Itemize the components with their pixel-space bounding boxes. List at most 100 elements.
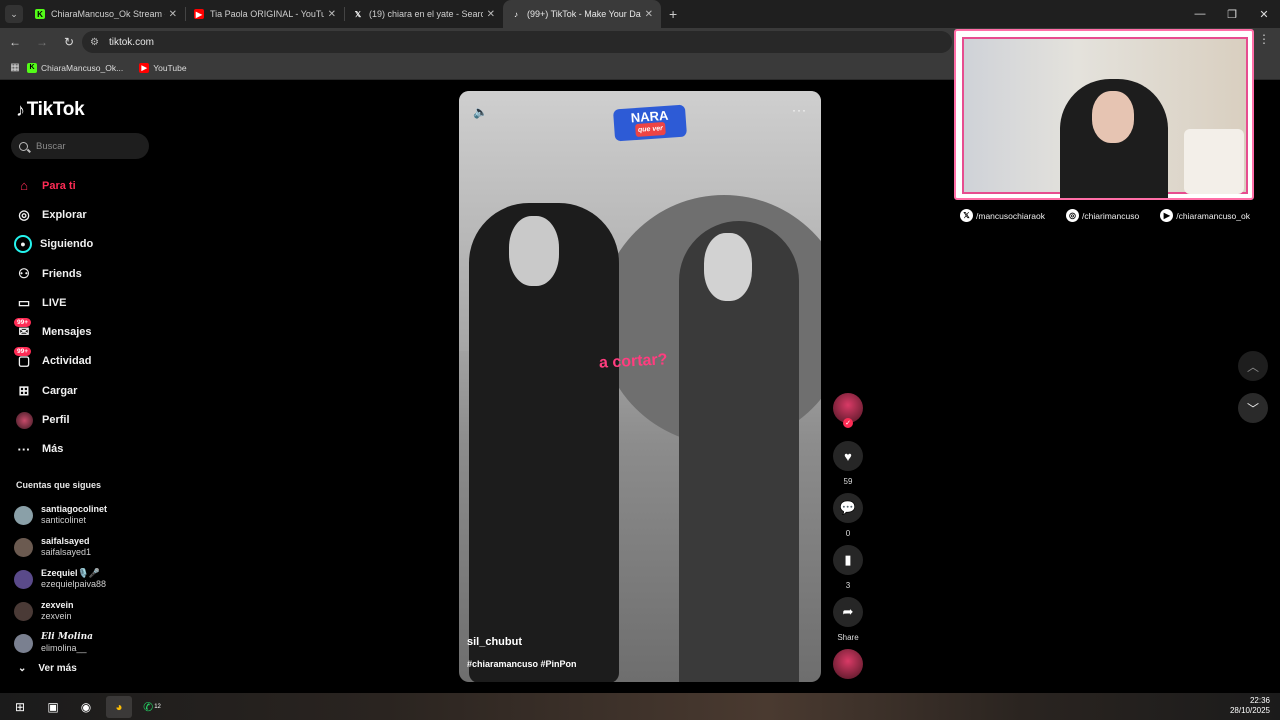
- instagram-icon: ◎: [1066, 209, 1080, 222]
- nav-item-friends[interactable]: ⚇ Friends: [14, 259, 164, 288]
- clock-time: 22:36: [1249, 696, 1270, 705]
- like-button[interactable]: ♥ 59: [831, 441, 865, 487]
- clock-date: 28/10/2025: [1229, 706, 1270, 715]
- profile-icon: [14, 410, 34, 430]
- nav-item-para-ti[interactable]: ⌂ Para ti: [14, 171, 164, 200]
- video-author[interactable]: sil_chubut: [467, 636, 522, 648]
- chevron-up-icon: ︿: [1246, 359, 1259, 374]
- video-actions: ✓ ♥ 59 💬 0 ▮ 3 ➦ Share: [831, 393, 865, 679]
- social-x: 𝕏 /mancusochiaraok: [960, 209, 1045, 222]
- comment-icon: 💬: [833, 493, 863, 523]
- following-item[interactable]: santiagocolinet santicolinet: [14, 499, 164, 531]
- whatsapp-icon[interactable]: ✆ 12: [139, 696, 165, 718]
- nav-item-cargar[interactable]: ⊞ Cargar: [14, 376, 164, 405]
- video-player[interactable]: NARA que ver a cortar? 🔈 ··· sil_chubut …: [459, 91, 821, 682]
- share-button[interactable]: ➦ Share: [831, 597, 865, 643]
- next-video-button[interactable]: ﹀: [1238, 393, 1268, 423]
- upload-icon: ⊞: [18, 382, 30, 398]
- social-instagram: ◎ /chiarimancuso: [1066, 209, 1139, 222]
- forward-icon[interactable]: →: [30, 30, 54, 54]
- live-icon: ▭: [17, 294, 31, 310]
- close-icon[interactable]: ✕: [328, 9, 336, 20]
- tab-search-button[interactable]: ⌄: [5, 5, 23, 23]
- more-options-icon[interactable]: ···: [792, 103, 807, 117]
- chrome-icon[interactable]: ◕: [106, 695, 132, 718]
- avatar: [14, 537, 33, 557]
- tiktok-logo[interactable]: ♪ TikTok: [16, 99, 85, 121]
- close-window-icon[interactable]: ✕: [1248, 0, 1280, 28]
- nav-item-actividad[interactable]: ▢ 99+ Actividad: [14, 347, 164, 376]
- video-hashtags[interactable]: #chiaramancuso #PinPon: [467, 659, 577, 669]
- bookmark-icon: ▮: [833, 545, 863, 575]
- stream-socials: 𝕏 /mancusochiaraok ◎ /chiarimancuso ▶ /c…: [960, 209, 1250, 222]
- more-icon: ···: [17, 441, 31, 457]
- search-input[interactable]: Buscar: [11, 133, 149, 159]
- heart-icon: ♥: [833, 441, 863, 471]
- close-icon[interactable]: ✕: [645, 9, 653, 20]
- save-count: 3: [845, 581, 851, 590]
- nav-item-siguiendo[interactable]: ● Siguiendo: [14, 230, 164, 259]
- following-icon: ●: [14, 235, 32, 254]
- apps-grid-icon[interactable]: ▦: [3, 56, 27, 80]
- nav-item-explorar[interactable]: ◎ Explorar: [14, 200, 164, 229]
- save-button[interactable]: ▮ 3: [831, 545, 865, 591]
- browser-menu-icon[interactable]: ⋮: [1258, 32, 1270, 46]
- comment-count: 0: [845, 529, 851, 538]
- bookmark-kick[interactable]: K ChiaraMancuso_Ok...: [27, 62, 123, 73]
- sound-avatar[interactable]: [833, 649, 863, 679]
- minimize-icon[interactable]: —: [1184, 0, 1216, 28]
- search-icon: [19, 141, 28, 151]
- tab-kick-stream[interactable]: K ChiaraMancuso_Ok Stream - W ✕: [27, 0, 185, 28]
- kick-icon: K: [35, 9, 45, 19]
- site-info-icon[interactable]: ⚙: [90, 37, 99, 48]
- see-more-button[interactable]: ⌄ Ver más: [18, 663, 77, 674]
- following-item[interactable]: zexvein zexvein: [14, 595, 164, 627]
- creator-avatar[interactable]: ✓: [833, 393, 863, 428]
- avatar: [14, 601, 33, 621]
- nav-item-live[interactable]: ▭ LIVE: [14, 288, 164, 317]
- browser-tab-bar: ⌄ K ChiaraMancuso_Ok Stream - W ✕ ▶ Tia …: [0, 0, 1280, 28]
- share-label: Share: [837, 633, 859, 642]
- previous-video-button[interactable]: ︿: [1238, 351, 1268, 381]
- bookmark-youtube[interactable]: ▶ YouTube: [139, 62, 187, 73]
- back-icon[interactable]: ←: [3, 30, 27, 54]
- video-overlay-text: a cortar?: [598, 351, 668, 372]
- close-icon[interactable]: ✕: [487, 9, 495, 20]
- new-tab-button[interactable]: +: [669, 6, 677, 22]
- following-item[interactable]: Ezequiel🎙️🎤 ezequielpaiva88: [14, 563, 164, 595]
- close-icon[interactable]: ✕: [169, 9, 177, 20]
- kick-icon: K: [27, 62, 37, 73]
- reload-icon[interactable]: ↻: [57, 30, 81, 54]
- comment-button[interactable]: 💬 0: [831, 493, 865, 539]
- volume-icon[interactable]: 🔈: [473, 105, 488, 119]
- obs-icon[interactable]: ◉: [73, 696, 99, 718]
- tab-tiktok[interactable]: ♪ (99+) TikTok - Make Your Day ✕: [503, 0, 661, 28]
- restore-icon[interactable]: ❐: [1216, 0, 1248, 28]
- video-brand-logo: NARA que ver: [612, 104, 688, 142]
- search-placeholder: Buscar: [36, 140, 66, 152]
- system-clock[interactable]: 22:36 28/10/2025: [1230, 696, 1270, 716]
- address-bar[interactable]: ⚙ tiktok.com: [82, 31, 952, 53]
- friends-icon: ⚇: [18, 265, 30, 281]
- share-icon: ➦: [833, 597, 863, 627]
- avatar: [14, 505, 33, 525]
- like-count: 59: [843, 477, 853, 486]
- windows-start-icon[interactable]: ⊞: [7, 696, 33, 718]
- compass-icon: ◎: [18, 206, 30, 222]
- window-controls: — ❐ ✕: [1184, 0, 1280, 28]
- nav-item-mensajes[interactable]: ✉ 99+ Mensajes: [14, 317, 164, 346]
- following-list: santiagocolinet santicolinet saifalsayed s…: [14, 499, 164, 659]
- tiktok-icon: ♪: [16, 99, 25, 120]
- social-youtube: ▶ /chiaramancuso_ok: [1160, 209, 1250, 222]
- follow-check-icon[interactable]: ✓: [843, 418, 853, 428]
- task-view-icon[interactable]: ▣: [40, 696, 66, 718]
- chevron-down-icon: ⌄: [18, 663, 27, 674]
- following-item[interactable]: 𝑬𝒍𝒊 𝑴𝒐𝒍𝒊𝒏𝒂 elimolina__: [14, 627, 164, 659]
- tab-x-search[interactable]: 𝕏 (19) chiara en el yate - Search / ✕: [345, 0, 503, 28]
- windows-taskbar: ⊞ ▣ ◉ ◕ ✆ 12 22:36 28/10/2025: [0, 693, 1280, 720]
- nav-item-perfil[interactable]: Perfil: [14, 405, 164, 434]
- tab-youtube[interactable]: ▶ Tia Paola ORIGINAL - YouTube ✕: [186, 0, 344, 28]
- nav-item-mas[interactable]: ··· Más: [14, 435, 164, 464]
- whatsapp-badge: 12: [154, 703, 161, 710]
- following-item[interactable]: saifalsayed saifalsayed1: [14, 531, 164, 563]
